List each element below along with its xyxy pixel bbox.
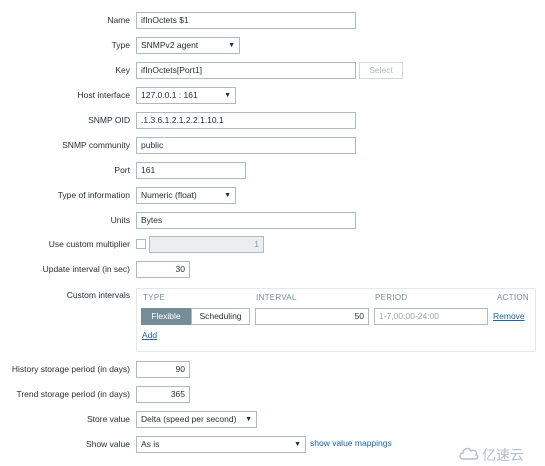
show-value-mappings-link[interactable]: show value mappings (310, 438, 392, 448)
store-value-value: Delta (speed per second) (141, 414, 237, 424)
host-interface-value: 127.0.0.1 : 161 (141, 90, 198, 100)
custom-multiplier-label: Use custom multiplier (48, 239, 130, 249)
dropdown-arrow-icon: ▼ (228, 42, 235, 49)
store-value-label: Store value (87, 414, 130, 424)
custom-multiplier-input[interactable]: 1 (149, 236, 264, 253)
port-label: Port (114, 165, 130, 175)
show-value-select[interactable]: As is ▼ (136, 436, 306, 453)
column-header-interval: INTERVAL (256, 293, 297, 302)
snmp-oid-input[interactable]: .1.3.6.1.2.1.2.2.1.10.1 (136, 112, 356, 129)
update-interval-label: Update interval (in sec) (42, 264, 130, 274)
custom-multiplier-checkbox[interactable] (136, 239, 146, 249)
watermark-text: 亿速云 (482, 448, 524, 464)
dropdown-arrow-icon: ▼ (224, 92, 231, 99)
flexible-toggle[interactable]: Flexible (141, 308, 191, 325)
units-input[interactable]: Bytes (136, 212, 356, 229)
dropdown-arrow-icon: ▼ (245, 416, 252, 423)
history-label: History storage period (in days) (11, 364, 130, 374)
add-link-label: Add (142, 330, 158, 340)
column-header-period: PERIOD (375, 293, 408, 302)
show-value-value: As is (141, 439, 160, 449)
add-link[interactable]: Add (142, 330, 157, 340)
watermark-logo: 亿速云 (458, 444, 540, 464)
custom-intervals-table: TYPE INTERVAL PERIOD ACTION Flexible Sch… (136, 288, 536, 352)
column-header-action: ACTION (496, 293, 529, 302)
period-input[interactable]: 1-7,00:00-24:00 (374, 308, 488, 325)
snmp-community-input[interactable]: public (136, 137, 356, 154)
snmp-community-label: SNMP community (62, 140, 130, 150)
dropdown-arrow-icon: ▼ (224, 192, 231, 199)
store-value-select[interactable]: Delta (speed per second) ▼ (136, 411, 257, 428)
scheduling-toggle[interactable]: Scheduling (191, 308, 250, 325)
type-select[interactable]: SNMPv2 agent ▼ (136, 37, 240, 54)
type-label: Type (111, 40, 130, 50)
trend-label: Trend storage period (in days) (16, 389, 130, 399)
show-value-mappings-label: show value mappings (310, 438, 392, 448)
column-header-type: TYPE (143, 293, 166, 302)
host-interface-select[interactable]: 127.0.0.1 : 161 ▼ (136, 87, 236, 104)
key-label: Key (115, 65, 130, 75)
custom-intervals-label: Custom intervals (66, 290, 130, 300)
key-select-button[interactable]: Select (359, 62, 403, 79)
key-input[interactable]: ifInOctets[Port1] (136, 62, 356, 79)
type-select-value: SNMPv2 agent (141, 40, 199, 50)
interval-input[interactable]: 50 (255, 308, 369, 325)
remove-link[interactable]: Remove (493, 309, 525, 324)
show-value-label: Show value (86, 439, 130, 449)
trend-input[interactable]: 365 (136, 386, 190, 403)
snmp-oid-label: SNMP OID (88, 115, 130, 125)
dropdown-arrow-icon: ▼ (294, 441, 301, 448)
type-of-information-select[interactable]: Numeric (float) ▼ (136, 187, 236, 204)
type-of-information-value: Numeric (float) (141, 190, 197, 200)
port-input[interactable]: 161 (136, 162, 246, 179)
units-label: Units (110, 215, 130, 225)
name-input[interactable]: ifInOctets $1 (136, 12, 356, 29)
name-label: Name (107, 15, 130, 25)
remove-link-label: Remove (493, 311, 525, 321)
watermark-cloud-icon (459, 447, 479, 460)
history-input[interactable]: 90 (136, 361, 190, 378)
update-interval-input[interactable]: 30 (136, 261, 190, 278)
host-interface-label: Host interface (77, 90, 130, 100)
type-of-information-label: Type of information (57, 190, 130, 200)
